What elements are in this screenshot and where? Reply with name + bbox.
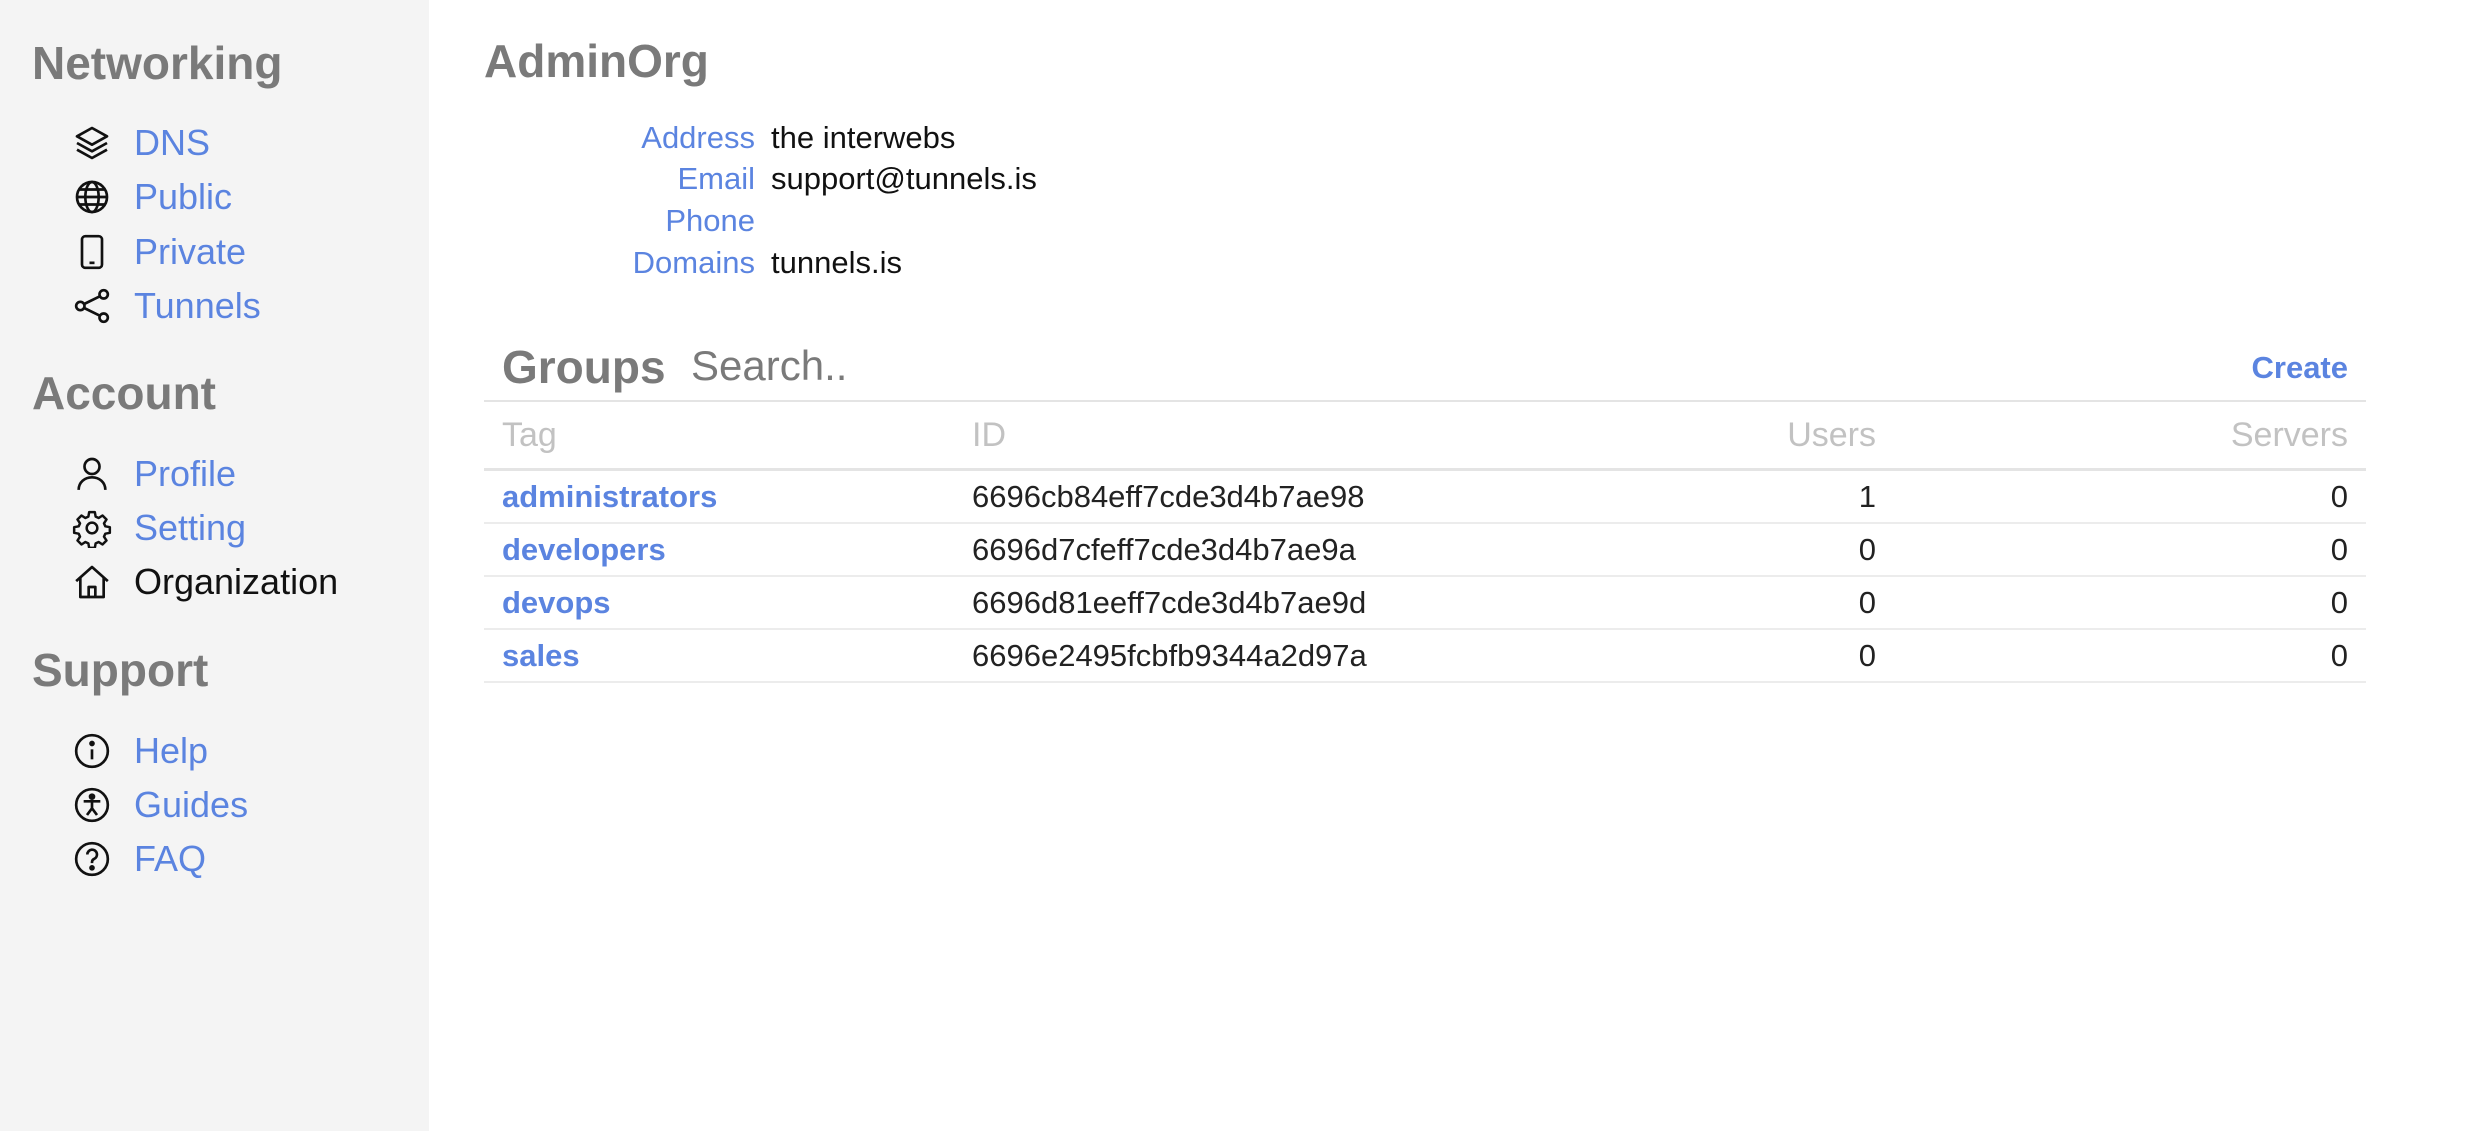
org-field-email: Email support@tunnels.is <box>429 159 1629 199</box>
org-field-address: Address the interwebs <box>429 118 1629 158</box>
field-value: the interwebs <box>771 120 956 155</box>
main-content: AdminOrg Address the interwebs Email sup… <box>429 0 2491 1131</box>
group-tag-link[interactable]: sales <box>484 629 954 683</box>
share-icon <box>70 284 114 328</box>
column-header-tag: Tag <box>484 403 954 471</box>
sidebar-item-tunnels[interactable]: Tunnels <box>70 281 261 331</box>
table-row: sales 6696e2495fcbfb9344a2d97a 0 0 <box>484 629 2366 683</box>
sidebar-item-label: Guides <box>134 784 249 825</box>
group-id: 6696d81eeff7cde3d4b7ae9d <box>954 576 1424 630</box>
field-value: tunnels.is <box>771 245 902 280</box>
column-header-id: ID <box>954 403 1424 471</box>
field-label: Domains <box>632 245 755 280</box>
globe-icon <box>70 175 114 219</box>
sidebar-item-label: Tunnels <box>134 285 261 326</box>
accessibility-icon <box>70 783 114 827</box>
group-users-count: 0 <box>1424 576 1894 630</box>
group-servers-count: 0 <box>1894 629 2366 683</box>
table-header-row: Tag ID Users Servers <box>484 403 2366 471</box>
column-header-servers: Servers <box>1894 403 2366 471</box>
sidebar-item-private[interactable]: Private <box>70 227 246 277</box>
mobile-icon <box>70 230 114 274</box>
group-id: 6696e2495fcbfb9344a2d97a <box>954 629 1424 683</box>
sidebar-item-help[interactable]: Help <box>70 726 208 776</box>
sidebar-section-support: Support <box>32 644 209 696</box>
groups-toolbar: Groups Create <box>484 336 2366 402</box>
sidebar: Networking DNS Public Private Tunnels Ac… <box>0 0 429 1131</box>
field-label: Email <box>677 161 755 196</box>
user-icon <box>70 452 114 496</box>
group-users-count: 0 <box>1424 523 1894 577</box>
field-value: support@tunnels.is <box>771 161 1037 196</box>
org-field-domains: Domains tunnels.is <box>429 243 1629 283</box>
group-servers-count: 0 <box>1894 469 2366 524</box>
org-field-phone: Phone <box>429 201 1629 241</box>
table-row: developers 6696d7cfeff7cde3d4b7ae9a 0 0 <box>484 523 2366 577</box>
groups-table: Tag ID Users Servers administrators 6696… <box>484 403 2366 683</box>
group-tag-link[interactable]: developers <box>484 523 954 577</box>
layers-icon <box>70 121 114 165</box>
sidebar-item-label: Setting <box>134 507 247 548</box>
sidebar-item-label: Public <box>134 176 233 217</box>
sidebar-item-label: Profile <box>134 453 237 494</box>
home-icon <box>70 560 114 604</box>
info-icon <box>70 729 114 773</box>
search-input[interactable] <box>689 338 1393 394</box>
page-title: AdminOrg <box>484 35 709 87</box>
sidebar-item-label: Private <box>134 231 247 272</box>
sidebar-item-organization[interactable]: Organization <box>70 557 338 607</box>
group-id: 6696d7cfeff7cde3d4b7ae9a <box>954 523 1424 577</box>
table-row: devops 6696d81eeff7cde3d4b7ae9d 0 0 <box>484 576 2366 630</box>
group-users-count: 1 <box>1424 469 1894 524</box>
create-group-button[interactable]: Create <box>2252 350 2349 386</box>
gear-icon <box>70 506 114 550</box>
sidebar-item-label: FAQ <box>134 838 207 879</box>
sidebar-section-networking: Networking <box>32 37 283 89</box>
sidebar-item-public[interactable]: Public <box>70 172 232 222</box>
sidebar-item-faq[interactable]: FAQ <box>70 834 206 884</box>
table-row: administrators 6696cb84eff7cde3d4b7ae98 … <box>484 469 2366 524</box>
sidebar-item-label: Organization <box>134 561 339 602</box>
group-servers-count: 0 <box>1894 523 2366 577</box>
group-tag-link[interactable]: administrators <box>484 469 954 524</box>
sidebar-item-profile[interactable]: Profile <box>70 449 236 499</box>
group-id: 6696cb84eff7cde3d4b7ae98 <box>954 469 1424 524</box>
group-tag-link[interactable]: devops <box>484 576 954 630</box>
field-label: Phone <box>665 203 755 238</box>
field-label: Address <box>641 120 755 155</box>
sidebar-item-setting[interactable]: Setting <box>70 503 246 553</box>
sidebar-item-dns[interactable]: DNS <box>70 118 210 168</box>
column-header-users: Users <box>1424 403 1894 471</box>
question-icon <box>70 837 114 881</box>
group-users-count: 0 <box>1424 629 1894 683</box>
groups-title: Groups <box>502 341 666 393</box>
sidebar-section-account: Account <box>32 367 216 419</box>
sidebar-item-label: DNS <box>134 122 211 163</box>
group-servers-count: 0 <box>1894 576 2366 630</box>
sidebar-item-label: Help <box>134 730 209 771</box>
sidebar-item-guides[interactable]: Guides <box>70 780 248 830</box>
